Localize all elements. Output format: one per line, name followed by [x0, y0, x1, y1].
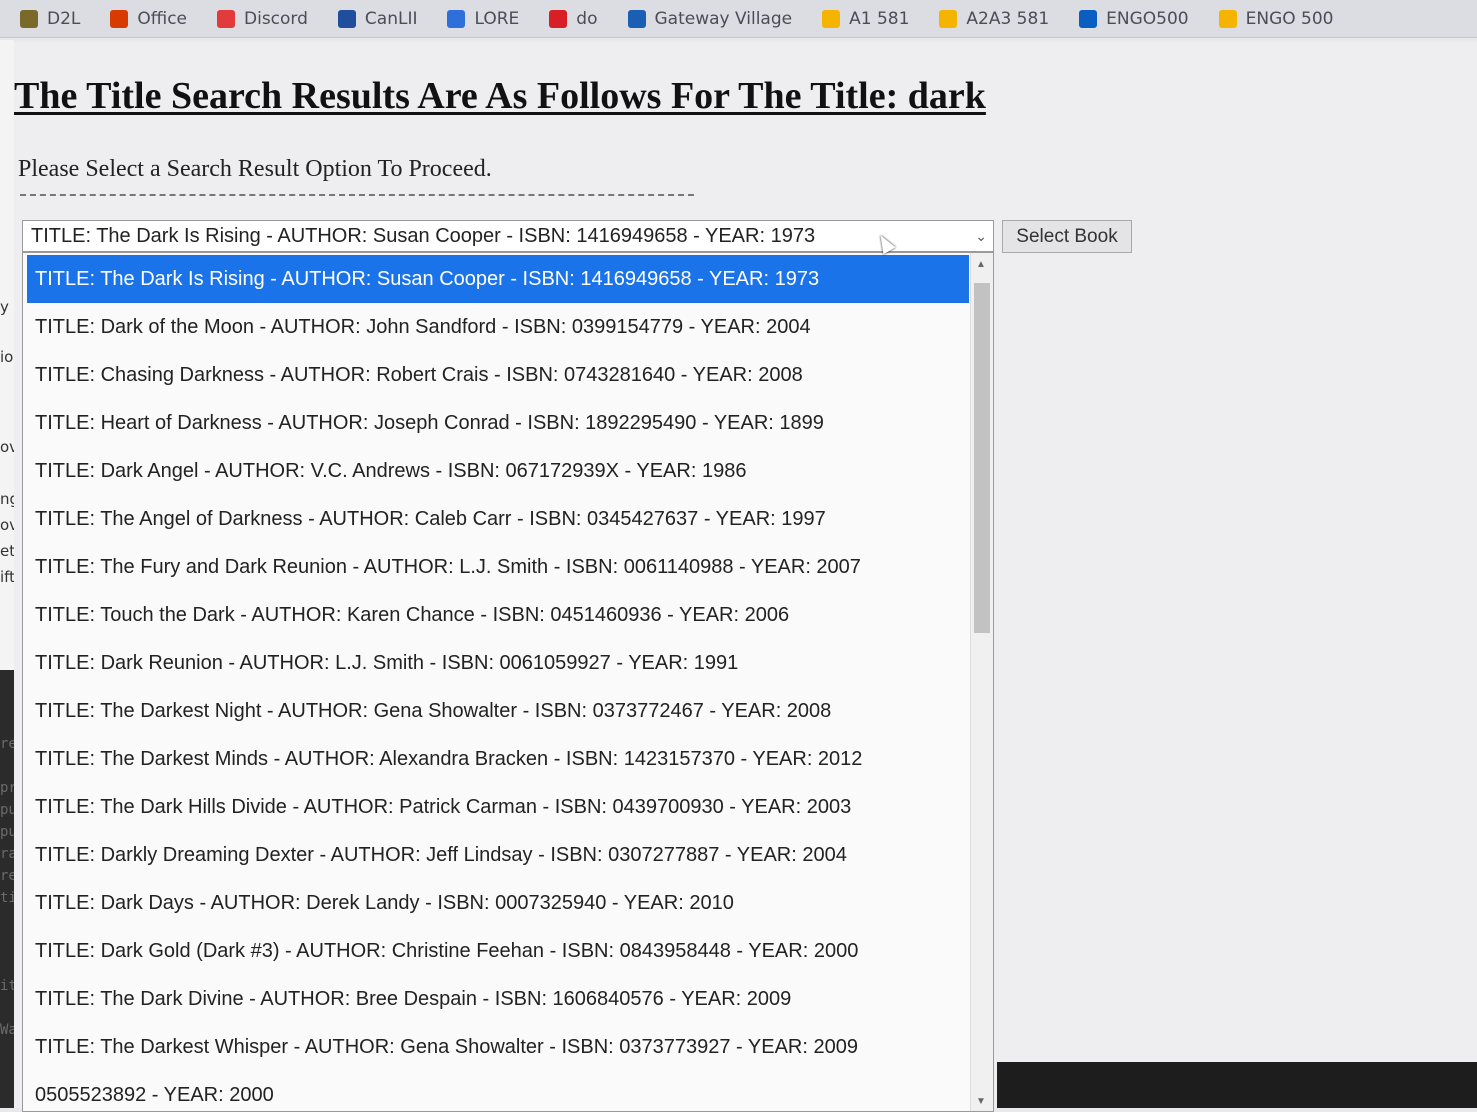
dropdown-option[interactable]: 0505523892 - YEAR: 2000 [27, 1071, 969, 1111]
bookmark-4[interactable]: LORE [447, 9, 519, 29]
search-result-select[interactable]: TITLE: The Dark Is Rising - AUTHOR: Susa… [22, 220, 994, 252]
dropdown-option[interactable]: TITLE: The Angel of Darkness - AUTHOR: C… [27, 495, 969, 543]
background-text-fragment: y [0, 298, 9, 316]
dashed-divider [20, 194, 694, 196]
bookmark-8[interactable]: A2A3 581 [939, 9, 1049, 29]
dropdown-option[interactable]: TITLE: The Fury and Dark Reunion - AUTHO… [27, 543, 969, 591]
bookmark-label: A1 581 [849, 8, 910, 29]
dropdown-option[interactable]: TITLE: Dark Angel - AUTHOR: V.C. Andrews… [27, 447, 969, 495]
bookmark-10[interactable]: ENGO 500 [1218, 8, 1334, 29]
dropdown-option[interactable]: TITLE: Chasing Darkness - AUTHOR: Robert… [27, 351, 969, 399]
bookmark-7[interactable]: A1 581 [822, 9, 909, 29]
page-title: The Title Search Results Are As Follows … [14, 75, 986, 117]
bookmark-label: Gateway Village [654, 8, 793, 29]
scroll-up-arrow-icon[interactable]: ▲ [976, 259, 986, 270]
bookmark-3[interactable]: CanLII [337, 8, 418, 29]
gateway-icon [627, 9, 646, 28]
select-prompt: Please Select a Search Result Option To … [18, 156, 492, 182]
bookmark-label: A2A3 581 [966, 8, 1050, 29]
canlii-icon [337, 9, 356, 28]
bookmark-label: Office [137, 8, 188, 29]
dropdown-option[interactable]: TITLE: The Darkest Minds - AUTHOR: Alexa… [27, 735, 969, 783]
bookmark-5[interactable]: do [549, 8, 598, 29]
drive-icon [939, 9, 958, 28]
bookmark-9[interactable]: ENGO500 [1079, 8, 1189, 29]
lore-icon [447, 9, 466, 28]
search-results-page: The Title Search Results Are As Follows … [14, 42, 1477, 1112]
dropdown-option[interactable]: TITLE: The Dark Is Rising - AUTHOR: Susa… [27, 255, 969, 303]
bookmark-label: LORE [474, 8, 520, 29]
bookmark-6[interactable]: Gateway Village [627, 8, 793, 29]
bookmarks-bar: D2L Office Discord CanLII LORE do Gateway Vill… [0, 0, 1477, 38]
bookmark-label: CanLII [364, 8, 418, 29]
bookmark-2[interactable]: Discord [217, 9, 308, 29]
bookmark-label: D2L [47, 8, 81, 29]
taskbar [997, 1062, 1477, 1108]
background-text-fragment: ift [0, 568, 16, 586]
dropdown-option[interactable]: TITLE: Dark Reunion - AUTHOR: L.J. Smith… [27, 639, 969, 687]
do-icon [549, 9, 568, 28]
bookmark-label: ENGO 500 [1245, 8, 1334, 29]
scrollbar-thumb[interactable] [974, 283, 990, 633]
dropdown-option[interactable]: TITLE: Heart of Darkness - AUTHOR: Josep… [27, 399, 969, 447]
discord-icon [217, 9, 236, 28]
dropdown-option[interactable]: TITLE: The Darkest Night - AUTHOR: Gena … [27, 687, 969, 735]
bookmark-0[interactable]: D2L [20, 9, 80, 29]
dropdown-option[interactable]: TITLE: The Dark Divine - AUTHOR: Bree De… [27, 975, 969, 1023]
drive-icon [822, 9, 841, 28]
dropdown-option[interactable]: TITLE: Dark Days - AUTHOR: Derek Landy -… [27, 879, 969, 927]
dropdown-option[interactable]: TITLE: Dark of the Moon - AUTHOR: John S… [27, 303, 969, 351]
dropdown-option[interactable]: TITLE: Dark Gold (Dark #3) - AUTHOR: Chr… [27, 927, 969, 975]
onedrive-icon [1079, 9, 1098, 28]
search-result-dropdown-list[interactable]: ▲ ▼ TITLE: The Dark Is Rising - AUTHOR: … [22, 252, 994, 1112]
dropdown-option[interactable]: TITLE: The Dark Hills Divide - AUTHOR: P… [27, 783, 969, 831]
dropdown-scrollbar[interactable]: ▲ ▼ [970, 253, 993, 1111]
dropdown-option[interactable]: TITLE: Darkly Dreaming Dexter - AUTHOR: … [27, 831, 969, 879]
background-text-fragment: io [0, 348, 14, 366]
bookmark-label: Discord [244, 8, 308, 29]
chevron-down-icon[interactable]: ⌄ [975, 221, 987, 251]
office-icon [110, 9, 129, 28]
bookmark-1[interactable]: Office [110, 9, 187, 29]
d2l-icon [20, 9, 38, 28]
bookmark-label: ENGO500 [1106, 8, 1189, 29]
drive-icon [1218, 9, 1237, 28]
select-book-button[interactable]: Select Book [1002, 220, 1132, 253]
scroll-down-arrow-icon[interactable]: ▼ [976, 1096, 986, 1107]
dropdown-option[interactable]: TITLE: The Darkest Whisper - AUTHOR: Gen… [27, 1023, 969, 1071]
selected-value: TITLE: The Dark Is Rising - AUTHOR: Susa… [31, 225, 816, 247]
bookmark-label: do [576, 8, 598, 29]
dropdown-option[interactable]: TITLE: Touch the Dark - AUTHOR: Karen Ch… [27, 591, 969, 639]
